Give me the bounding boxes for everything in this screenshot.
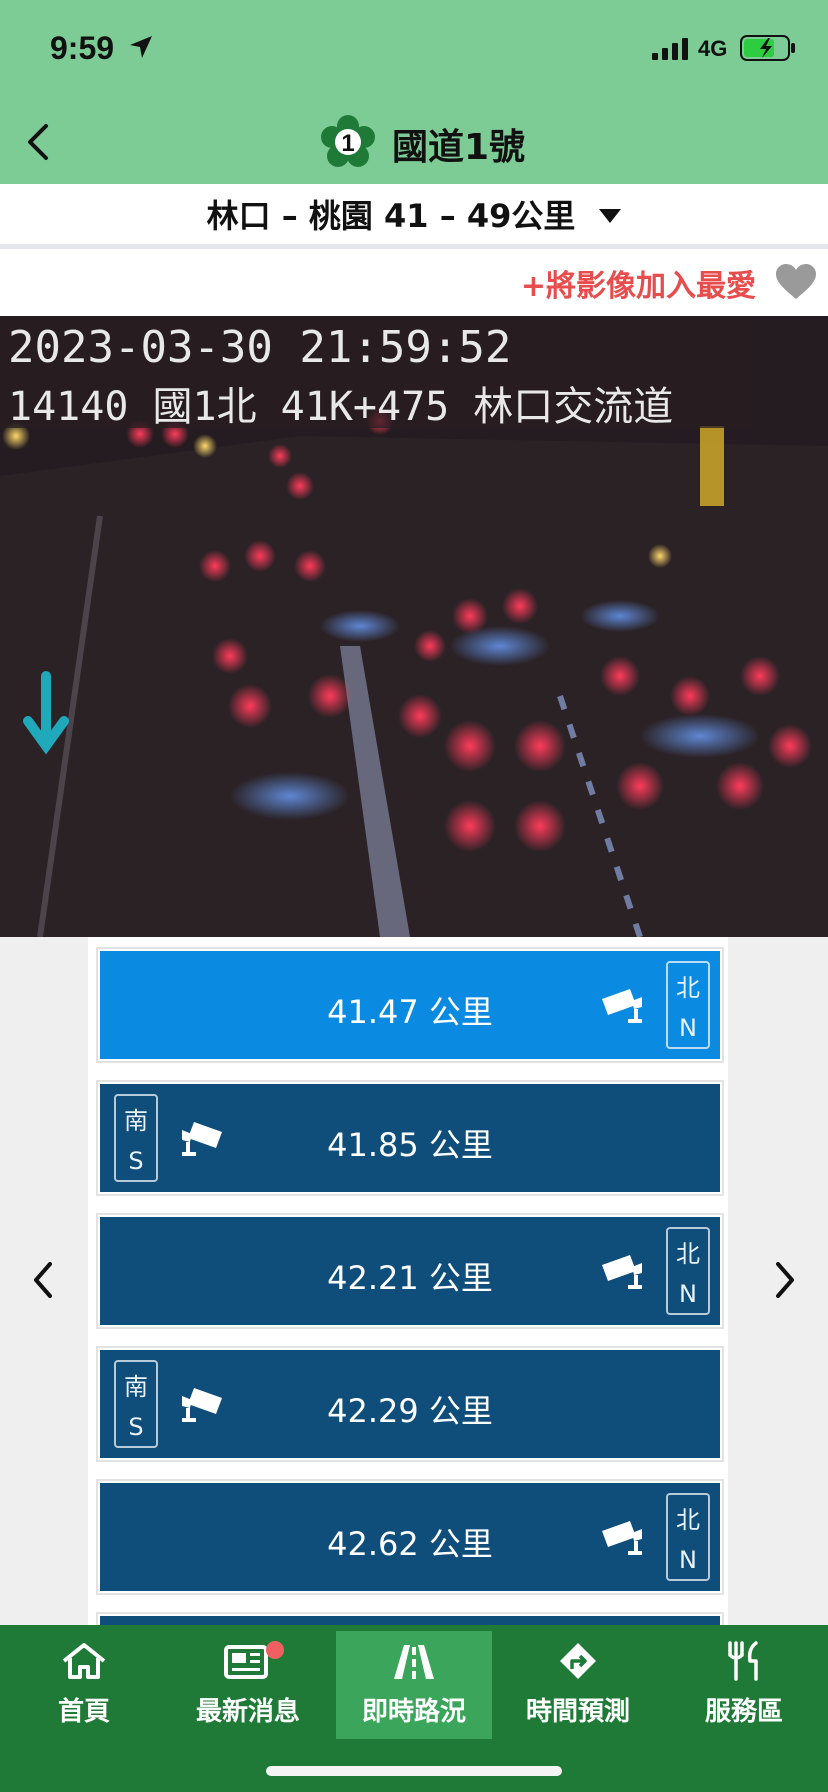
cctv-camera-icon <box>602 989 642 1023</box>
camera-item-partial[interactable] <box>98 1614 722 1625</box>
favorite-row: +將影像加入最愛 <box>0 249 828 316</box>
tab-service-area[interactable]: 服務區 <box>666 1631 822 1739</box>
camera-item[interactable]: 南 S 41.85 公里 <box>98 1082 722 1194</box>
direction-cn: 北 <box>676 1240 700 1269</box>
add-to-favorites-button[interactable]: +將影像加入最愛 <box>521 261 756 305</box>
status-time: 9:59 <box>50 30 115 66</box>
direction-en: N <box>679 1013 697 1042</box>
previous-arrow-icon[interactable] <box>22 1250 62 1310</box>
tab-label: 最新消息 <box>195 1697 300 1727</box>
direction-cn: 北 <box>676 974 700 1003</box>
camera-timestamp: 2023-03-30 21:59:52 <box>8 322 512 373</box>
page-title: 國道1號 <box>392 127 526 168</box>
news-icon <box>224 1645 268 1679</box>
home-icon <box>62 1643 106 1679</box>
cctv-camera-icon <box>602 1255 642 1289</box>
direction-cn: 北 <box>676 1506 700 1535</box>
road-icon <box>394 1645 434 1679</box>
direction-en: N <box>679 1545 697 1574</box>
signal-icon <box>652 38 688 60</box>
location-arrow-icon <box>130 36 152 58</box>
status-bar: 9:59 4G <box>0 0 828 100</box>
dropdown-triangle-icon <box>599 209 622 223</box>
notification-dot <box>266 1641 284 1659</box>
section-label: 林口 – 桃園 41 – 49公里 <box>206 197 576 235</box>
tab-live-traffic[interactable]: 即時路況 <box>336 1631 492 1739</box>
route-number: 1 <box>341 130 354 157</box>
route-icon <box>560 1643 596 1679</box>
camera-list[interactable]: 41.47 公里 北 N 南 S 41.85 公里 42.21 公里 北 N 南… <box>88 937 728 1625</box>
tab-label: 即時路況 <box>361 1697 466 1727</box>
home-indicator[interactable] <box>266 1766 562 1776</box>
tab-time-prediction[interactable]: 時間預測 <box>500 1631 656 1739</box>
section-selector[interactable]: 林口 – 桃園 41 – 49公里 <box>0 184 828 249</box>
direction-badge: 北 N <box>666 1227 710 1315</box>
back-button[interactable] <box>14 116 66 168</box>
camera-location: 14140 國1北 41K+475 林口交流道 <box>8 384 674 430</box>
direction-badge: 北 N <box>666 1493 710 1581</box>
service-area-icon <box>728 1641 758 1681</box>
direction-en: N <box>679 1279 697 1308</box>
camera-km-label: 42.29 公里 <box>327 1392 493 1430</box>
traffic-camera-image: 2023-03-30 21:59:52 14140 國1北 41K+475 林口… <box>0 316 828 937</box>
next-arrow-icon[interactable] <box>766 1250 806 1310</box>
cctv-camera-icon <box>602 1521 642 1555</box>
heart-icon[interactable] <box>774 263 818 301</box>
camera-item[interactable]: 南 S 42.29 公里 <box>98 1348 722 1460</box>
nav-bar: 1 國道1號 <box>0 100 828 184</box>
camera-item[interactable]: 41.47 公里 北 N <box>98 949 722 1061</box>
tab-home[interactable]: 首頁 <box>6 1631 162 1739</box>
tab-bar: 首頁 最新消息 即時路況 時間預測 服務區 <box>0 1625 828 1792</box>
camera-item[interactable]: 42.62 公里 北 N <box>98 1481 722 1593</box>
freeway-shield-icon: 1 <box>321 115 375 167</box>
camera-km-label: 41.85 公里 <box>327 1126 493 1164</box>
direction-badge: 北 N <box>666 961 710 1049</box>
camera-item[interactable]: 42.21 公里 北 N <box>98 1215 722 1327</box>
tab-label: 服務區 <box>704 1697 783 1727</box>
tab-label: 時間預測 <box>525 1697 630 1727</box>
network-type: 4G <box>698 36 728 61</box>
camera-list-area: 41.47 公里 北 N 南 S 41.85 公里 42.21 公里 北 N 南… <box>0 937 828 1625</box>
battery-charging-icon <box>740 35 795 61</box>
tab-news[interactable]: 最新消息 <box>170 1631 326 1739</box>
tab-label: 首頁 <box>57 1697 110 1727</box>
